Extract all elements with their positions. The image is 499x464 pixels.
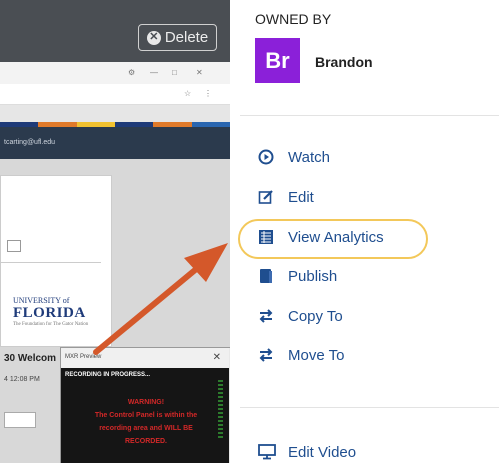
menu-item-label: Copy To <box>288 307 343 325</box>
move-arrows-icon <box>258 343 280 367</box>
audio-meter <box>218 380 223 440</box>
window-close-icon: ✕ <box>196 68 203 77</box>
menu-item-label: Edit Video <box>288 443 357 461</box>
menu-item-edit-video[interactable]: Edit Video <box>258 440 356 464</box>
popup-title: MXR Preview <box>65 354 102 360</box>
recording-label: RECORDING IN PROGRESS... <box>65 372 151 378</box>
copy-arrows-icon <box>258 304 280 328</box>
divider <box>240 115 499 116</box>
menu-item-edit[interactable]: Edit <box>258 185 314 209</box>
window-maximize-icon: □ <box>172 68 177 77</box>
browser-urlbar: ☆ ⋮ <box>0 84 230 105</box>
close-circle-icon: ✕ <box>146 30 161 45</box>
menu-item-copy-to[interactable]: Copy To <box>258 304 343 328</box>
recording-area: RECORDING IN PROGRESS... WARNING! The Co… <box>61 368 229 463</box>
popup-close-icon: ✕ <box>212 352 221 363</box>
menu-item-watch[interactable]: Watch <box>258 145 330 169</box>
menu-item-view-analytics[interactable]: View Analytics <box>258 225 384 249</box>
site-nav-bar: tcarting@ufl.edu <box>0 127 230 159</box>
browser-info-icon: ⚙ <box>128 68 136 77</box>
menu-dots-icon: ⋮ <box>204 89 212 98</box>
menu-item-label: Watch <box>288 148 330 166</box>
menu-item-publish[interactable]: Publish <box>258 264 337 288</box>
menu-item-label: Move To <box>288 346 345 364</box>
owner-name: Brandon <box>315 54 373 70</box>
edit-icon <box>258 185 280 209</box>
browser-titlebar: ⚙ — □ ✕ <box>0 62 230 84</box>
menu-item-label: View Analytics <box>288 228 384 246</box>
avatar: Br <box>255 38 300 83</box>
star-icon: ☆ <box>184 89 192 98</box>
analytics-icon <box>258 225 280 249</box>
play-circle-icon <box>258 145 280 169</box>
recording-warning: WARNING! The Control Panel is within the… <box>94 399 198 445</box>
welcome-time: 4 12:08 PM <box>4 376 40 383</box>
delete-label: Delete <box>164 29 209 46</box>
recording-popup: MXR Preview ✕ RECORDING IN PROGRESS... W… <box>60 347 230 463</box>
nav-email: tcarting@ufl.edu <box>4 139 56 146</box>
menu-item-move-to[interactable]: Move To <box>258 343 344 367</box>
menu-item-label: Edit <box>288 188 314 206</box>
preview-header: ✕ Delete <box>0 0 230 62</box>
university-logo: UNIVERSITY of FLORIDA The Foundation for… <box>13 296 89 327</box>
content-card: UNIVERSITY of FLORIDA The Foundation for… <box>0 175 112 347</box>
divider <box>240 407 499 408</box>
avatar-initials: Br <box>265 47 290 73</box>
popup-header: MXR Preview ✕ <box>61 348 229 368</box>
welcome-title: 30 Welcom <box>4 353 57 364</box>
owned-by-label: OWNED BY <box>255 11 332 27</box>
card-button <box>7 240 21 252</box>
window-minimize-icon: — <box>150 68 158 77</box>
menu-item-label: Publish <box>288 267 338 285</box>
preview-select <box>4 412 36 428</box>
card-divider <box>1 262 101 263</box>
publish-icon <box>258 264 280 288</box>
delete-button[interactable]: ✕ Delete <box>138 24 217 51</box>
video-thumbnail-preview: ✕ Delete ⚙ — □ ✕ ☆ ⋮ tcarting@ufl.edu UN… <box>0 0 230 463</box>
monitor-icon <box>258 440 280 464</box>
